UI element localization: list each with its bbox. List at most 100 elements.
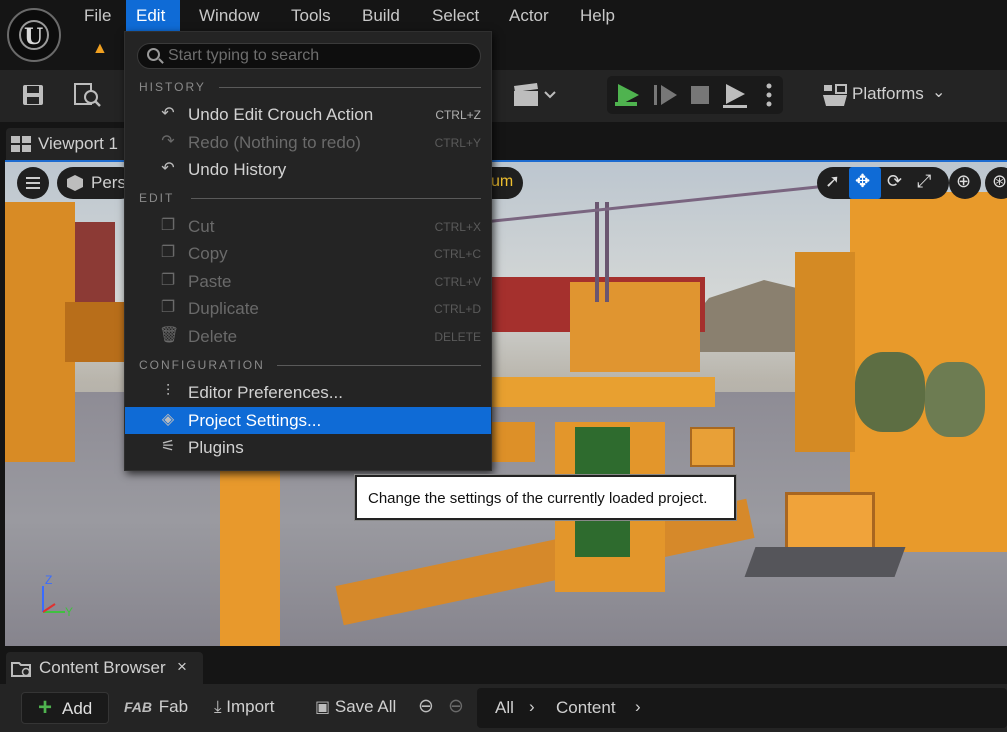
menu-select[interactable]: Select [422, 0, 489, 31]
divider [191, 198, 481, 199]
close-icon[interactable]: × [177, 657, 187, 677]
fab-button[interactable]: FAB Fab [124, 697, 188, 717]
orange-tower [795, 252, 855, 452]
menu-edit[interactable]: Edit [126, 0, 180, 31]
platforms-button[interactable]: Platforms ⌄ [812, 76, 997, 114]
menu-item-label: Undo Edit Crouch Action [188, 105, 374, 124]
menu-file[interactable]: File [74, 0, 121, 31]
divider [277, 365, 481, 366]
menu-item-plugins[interactable]: ⚟ Plugins [125, 434, 491, 461]
snap-icon: ⊛ [992, 171, 1007, 191]
more-options-icon[interactable] [765, 82, 773, 108]
menu-item-duplicate[interactable]: ❐ Duplicate CTRL+D [125, 295, 491, 322]
advance-frame-icon[interactable] [653, 83, 679, 107]
platforms-label: Platforms [852, 84, 924, 103]
duplicate-icon: ❐ [160, 299, 176, 316]
edit-menu: HISTORY ↶ Undo Edit Crouch Action CTRL+Z… [124, 31, 492, 471]
plus-icon: + [38, 694, 53, 721]
cinematics-icon[interactable] [513, 82, 559, 115]
crate-platform [744, 547, 906, 577]
eject-icon[interactable] [721, 81, 749, 109]
shortcut: CTRL+Y [434, 136, 481, 150]
perspective-label: Pers [91, 173, 126, 192]
orange-pillar [220, 462, 280, 646]
menu-item-editor-preferences[interactable]: ⫶ Editor Preferences... [125, 379, 491, 406]
menu-item-label: Plugins [188, 438, 244, 457]
axis-gizmo: Z Y [42, 573, 73, 619]
rotate-icon[interactable]: ⟳ [887, 171, 902, 192]
chevron-right-icon[interactable]: › [635, 697, 641, 717]
content-browser-tab[interactable]: Content Browser × [6, 652, 203, 684]
unreal-logo[interactable]: U [7, 8, 61, 62]
move-icon[interactable]: ✥ [855, 171, 870, 192]
level-warning-icon[interactable]: ▲ [92, 40, 108, 58]
menu-search-input[interactable] [168, 46, 468, 66]
shortcut: CTRL+Z [435, 108, 481, 122]
select-icon[interactable]: ➚ [825, 171, 840, 192]
menu-item-redo[interactable]: ↷ Redo (Nothing to redo) CTRL+Y [125, 129, 491, 156]
tooltip-text: Change the settings of the currently loa… [368, 490, 708, 507]
hamburger-icon [26, 177, 40, 189]
svg-text:Z: Z [45, 573, 52, 587]
menu-search[interactable] [137, 43, 481, 69]
frame-post [605, 202, 609, 302]
tree [855, 352, 925, 432]
fab-icon: FAB [124, 699, 152, 715]
delete-icon: 🗑 [159, 327, 180, 344]
save-all-label: Save All [334, 697, 397, 716]
menu-item-label: Redo (Nothing to redo) [188, 133, 361, 152]
play-icon[interactable] [615, 82, 643, 108]
menu-window[interactable]: Window [189, 0, 269, 31]
forward-icon[interactable]: ⊖ [448, 695, 464, 718]
menu-item-delete[interactable]: 🗑 Delete DELETE [125, 323, 491, 350]
menu-item-paste[interactable]: ❐ Paste CTRL+V [125, 268, 491, 295]
section-edit-label: EDIT [139, 191, 175, 205]
import-label: Import [226, 697, 275, 716]
shortcut: CTRL+C [433, 247, 481, 261]
import-button[interactable]: ⤓ Import [214, 697, 274, 717]
menu-item-undo[interactable]: ↶ Undo Edit Crouch Action CTRL+Z [125, 101, 491, 128]
menu-item-label: Undo History [188, 160, 287, 179]
viewport-options-button[interactable] [17, 167, 49, 199]
chevron-right-icon[interactable]: › [529, 697, 535, 717]
cube-icon [67, 175, 83, 191]
folder-icon [11, 662, 31, 677]
menu-actor[interactable]: Actor [499, 0, 559, 31]
shortcut: CTRL+X [434, 220, 481, 234]
add-button[interactable]: + Add [21, 692, 109, 724]
menu-item-undo-history[interactable]: ↶ Undo History [125, 156, 491, 183]
section-configuration-label: CONFIGURATION [139, 358, 265, 372]
stop-icon[interactable] [689, 84, 711, 106]
save-icon[interactable] [20, 82, 46, 115]
menu-item-copy[interactable]: ❐ Copy CTRL+C [125, 240, 491, 267]
gamepad-icon [823, 84, 847, 106]
add-label: Add [62, 699, 93, 718]
cut-icon: ❐ [160, 217, 176, 234]
play-controls [607, 76, 783, 114]
menu-tools[interactable]: Tools [281, 0, 341, 31]
breadcrumb-content[interactable]: Content [556, 698, 616, 718]
back-icon[interactable]: ⊖ [418, 695, 434, 718]
browse-icon[interactable] [73, 82, 103, 115]
transform-tools: ➚ ✥ ⟳ ⤢ [817, 167, 949, 199]
menu-item-label: Copy [188, 244, 228, 263]
scale-icon[interactable]: ⤢ [917, 171, 931, 192]
plugins-icon: ⚟ [160, 438, 176, 455]
save-all-icon: ▣ [315, 699, 331, 716]
viewport-layout-icon [11, 136, 31, 152]
lit-mode-label: um [491, 173, 514, 190]
menu-help[interactable]: Help [570, 0, 625, 31]
svg-text:Y: Y [65, 605, 73, 619]
menu-item-label: Editor Preferences... [188, 383, 343, 402]
section-edit: EDIT [139, 191, 481, 205]
search-icon [147, 48, 160, 61]
save-all-button[interactable]: ▣ Save All [315, 697, 396, 717]
frame-post [595, 202, 599, 302]
shortcut: CTRL+V [434, 275, 481, 289]
world-local-button[interactable]: ⊕ [949, 167, 981, 199]
logo-glyph: U [24, 24, 44, 50]
menu-item-cut[interactable]: ❐ Cut CTRL+X [125, 213, 491, 240]
breadcrumb-all[interactable]: All [495, 698, 514, 718]
menu-build[interactable]: Build [352, 0, 410, 31]
menu-item-project-settings[interactable]: ◈ Project Settings... [125, 407, 491, 434]
